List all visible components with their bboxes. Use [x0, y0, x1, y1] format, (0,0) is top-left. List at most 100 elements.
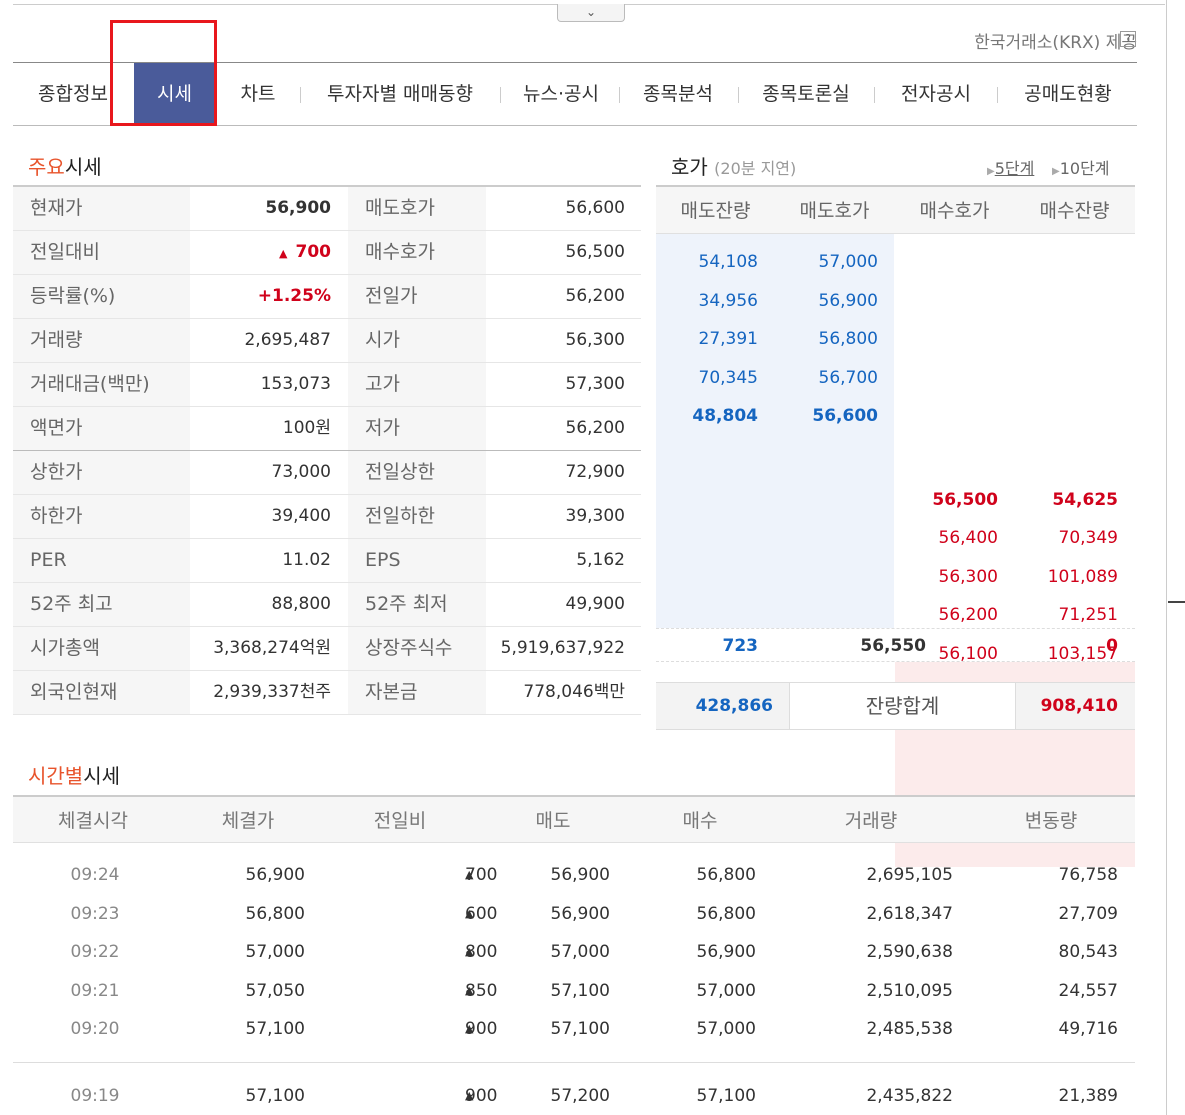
- table-row: 액면가 100원 저가 56,200: [13, 407, 641, 451]
- cell-time: 09:23: [70, 904, 120, 924]
- cell-ask: 56,900: [550, 865, 610, 885]
- ask-qty: 27,391: [698, 329, 758, 349]
- tab-short-selling[interactable]: 공매도현황: [1013, 63, 1123, 126]
- row-value: 5,919,637,922: [500, 638, 625, 658]
- header-delta: 변동량: [1024, 810, 1078, 832]
- row-value: 2,939,337천주: [213, 682, 331, 702]
- bid-qty: 70,349: [1058, 528, 1118, 548]
- cell-volume: 2,590,638: [866, 942, 953, 962]
- ask-price[interactable]: 56,700: [776, 368, 878, 388]
- help-icon[interactable]: ?: [1120, 31, 1136, 47]
- tab-chart[interactable]: 차트: [231, 63, 285, 126]
- tab-discussion[interactable]: 종목토론실: [753, 63, 859, 126]
- row-label: 전일상한: [348, 451, 486, 494]
- tab-news[interactable]: 뉴스·공시: [513, 63, 609, 126]
- cell-ask: 56,900: [550, 904, 610, 924]
- cell-bid: 56,800: [696, 865, 756, 885]
- row-label: 외국인현재: [13, 671, 190, 714]
- cell-time: 09:21: [70, 981, 120, 1001]
- row-value: 39,400: [271, 506, 331, 526]
- cell-time: 09:20: [70, 1019, 120, 1039]
- cell-volume: 2,510,095: [866, 981, 953, 1001]
- row-label: 거래량: [13, 319, 190, 362]
- cell-volume: 2,618,347: [866, 904, 953, 924]
- row-value: ▲ 700: [279, 242, 331, 262]
- cell-bid: 57,100: [696, 1086, 756, 1106]
- cell-delta: 80,543: [1058, 942, 1118, 962]
- cell-volume: 2,695,105: [866, 865, 953, 885]
- row-value: 88,800: [271, 594, 331, 614]
- collapse-button[interactable]: ⌄: [557, 4, 625, 22]
- row-label: EPS: [348, 539, 486, 582]
- row-value: 72,900: [565, 462, 625, 482]
- right-divider: [1166, 0, 1167, 1115]
- row-label: 하한가: [13, 495, 190, 538]
- cell-delta: 21,389: [1058, 1086, 1118, 1106]
- table-row: PER 11.02 EPS 5,162: [13, 539, 641, 583]
- table-row: 09:23 56,800 ▲ 600 56,900 56,800 2,618,347 27,7…: [13, 895, 1135, 933]
- header-price: 체결가: [221, 810, 275, 832]
- ask-price[interactable]: 56,600: [776, 406, 878, 426]
- bid-price[interactable]: 56,500: [896, 490, 998, 510]
- row-label: 52주 최저: [348, 583, 486, 626]
- ask-price[interactable]: 57,000: [776, 252, 878, 272]
- row-value: 57,300: [565, 374, 625, 394]
- row-label: 상장주식수: [348, 627, 486, 670]
- bid-price[interactable]: 56,200: [896, 605, 998, 625]
- table-row: 09:21 57,050 ▲ 850 57,100 57,000 2,510,095 24,5…: [13, 972, 1135, 1010]
- row-label: 등락률(%): [13, 275, 190, 318]
- level10-link[interactable]: ▶10단계: [1052, 155, 1110, 179]
- orderbook-title: 호가 (20분 지연): [671, 155, 797, 179]
- tab-separator: [300, 87, 301, 103]
- row-value: 56,200: [565, 418, 625, 438]
- total-ask-qty: 428,866: [695, 696, 773, 716]
- bid-price[interactable]: 56,400: [896, 528, 998, 548]
- row-label: 상한가: [13, 451, 190, 494]
- cell-ask: 57,200: [550, 1086, 610, 1106]
- row-value: 100원: [282, 418, 331, 438]
- header-bid-qty: 매수잔량: [1039, 200, 1110, 222]
- cell-bid: 57,000: [696, 981, 756, 1001]
- cell-price: 56,800: [245, 904, 305, 924]
- tab-overview[interactable]: 종합정보: [31, 63, 115, 126]
- row-label: 52주 최고: [13, 583, 190, 626]
- cell-volume: 2,435,822: [866, 1086, 953, 1106]
- table-row: 52주 최고 88,800 52주 최저 49,900: [13, 583, 641, 627]
- level5-link[interactable]: ▶5단계: [987, 155, 1034, 179]
- ask-qty: 70,345: [698, 368, 758, 388]
- tab-separator: [500, 87, 501, 103]
- cell-price: 57,100: [245, 1019, 305, 1039]
- cell-bid: 56,900: [696, 942, 756, 962]
- row-label: 전일대비: [13, 231, 190, 274]
- ask-price[interactable]: 56,900: [776, 291, 878, 311]
- row-value: +1.25%: [257, 286, 331, 306]
- tab-analysis[interactable]: 종목분석: [635, 63, 721, 126]
- row-label: 시가: [348, 319, 486, 362]
- row-label: 전일가: [348, 275, 486, 318]
- bid-qty: 101,089: [1047, 567, 1118, 587]
- chevron-down-icon: ⌄: [585, 5, 597, 19]
- tab-investor-trend[interactable]: 투자자별 매매동향: [313, 63, 487, 126]
- header-ask-qty: 매도잔량: [680, 200, 751, 222]
- main-price-title: 주요시세: [28, 155, 102, 179]
- time-price-table: 체결시각 체결가 전일비 매도 매수 거래량 변동량: [13, 795, 1135, 843]
- main-price-table: 현재가 56,900 매도호가 56,600 전일대비 ▲ 700 매수호가 56,500 등락률…: [13, 185, 641, 715]
- tab-disclosure[interactable]: 전자공시: [891, 63, 981, 126]
- cell-delta: 76,758: [1058, 865, 1118, 885]
- row-label: 매수호가: [348, 231, 486, 274]
- row-value: 56,200: [565, 286, 625, 306]
- ask-price[interactable]: 56,800: [776, 329, 878, 349]
- cell-price: 57,050: [245, 981, 305, 1001]
- cell-bid: 57,000: [696, 1019, 756, 1039]
- cell-price: 57,000: [245, 942, 305, 962]
- bid-price[interactable]: 56,300: [896, 567, 998, 587]
- orderbook-total-row: 428,866 잔량합계 908,410: [656, 682, 1135, 730]
- row-value: 2,695,487: [244, 330, 331, 350]
- row-label: 거래대금(백만): [13, 363, 190, 406]
- cell-delta: 27,709: [1058, 904, 1118, 924]
- row-value: 5,162: [576, 550, 625, 570]
- ask-qty: 48,804: [692, 406, 758, 426]
- table-row: 09:22 57,000 ▲ 800 57,000 56,900 2,590,638 80,5…: [13, 933, 1135, 971]
- row-label: PER: [13, 539, 190, 582]
- cell-price: 57,100: [245, 1086, 305, 1106]
